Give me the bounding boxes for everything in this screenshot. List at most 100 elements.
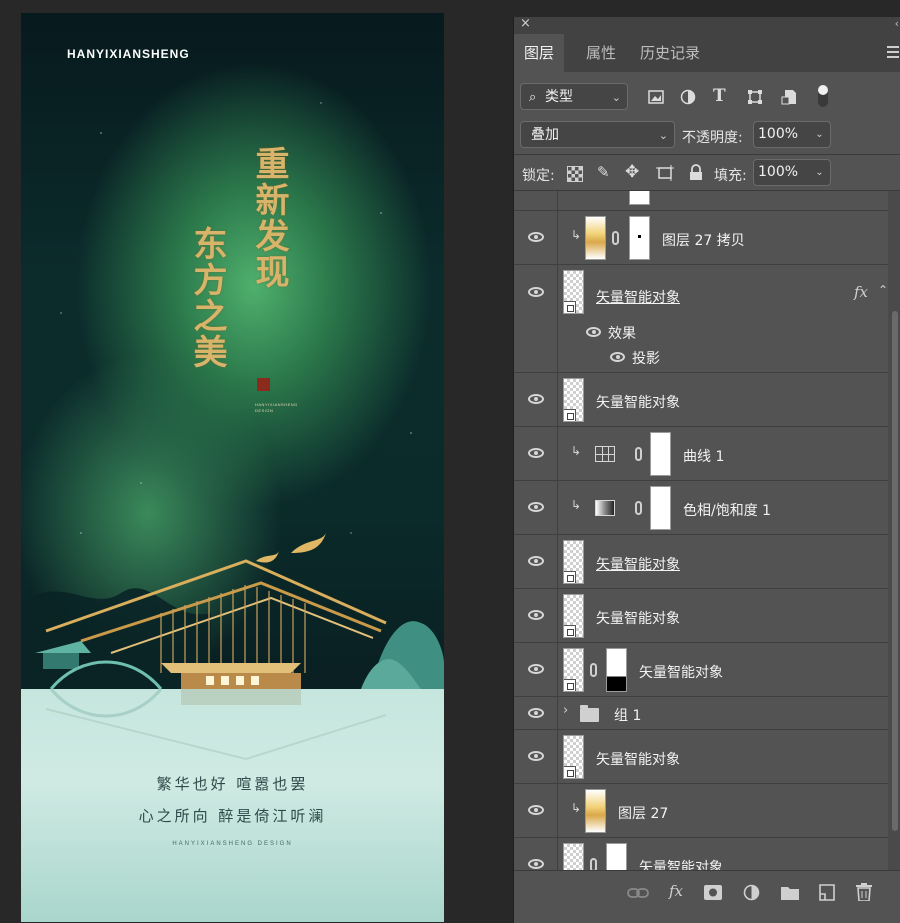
document-canvas[interactable]: HANYIXIANSHENG 重新发现 东方之美 HANYIXIANSHENG … [21, 13, 444, 922]
layer-mask-thumbnail[interactable] [629, 216, 650, 260]
visibility-eye-icon[interactable] [528, 859, 544, 869]
layer-thumbnail[interactable] [585, 216, 606, 260]
layer-list[interactable]: ↳ 图层 27 拷贝 矢量智能对象 fx ⌃ 效果 投影 矢量智能对象 ↳ 曲线… [514, 191, 888, 884]
tab-history[interactable]: 历史记录 [630, 34, 710, 72]
type-filter-icon[interactable]: T [713, 86, 726, 106]
layer-row[interactable]: ↳ 图层 27 [514, 784, 888, 838]
layer-name[interactable]: 矢量智能对象 [639, 662, 723, 682]
fill-field[interactable]: 100% [753, 159, 810, 186]
delete-icon[interactable] [856, 883, 872, 901]
add-mask-icon[interactable] [704, 885, 722, 900]
layer-mask-thumbnail[interactable] [650, 432, 671, 476]
new-layer-icon[interactable] [819, 884, 835, 901]
layer-row[interactable]: 矢量智能对象 [514, 535, 888, 589]
layers-bottom-toolbar: fx [514, 870, 900, 923]
layer-row[interactable]: 矢量智能对象 [514, 730, 888, 784]
blend-mode-value: 叠加 [531, 127, 559, 143]
smart-object-filter-icon[interactable] [781, 89, 797, 105]
chevron-right-icon[interactable]: › [563, 703, 568, 718]
lock-transparent-icon[interactable] [567, 166, 583, 182]
visibility-eye-icon[interactable] [528, 805, 544, 815]
fx-badge-icon[interactable]: fx [854, 283, 868, 301]
layer-name[interactable]: 矢量智能对象 [596, 392, 680, 412]
link-chain-icon[interactable] [635, 447, 642, 461]
close-icon[interactable]: × [520, 16, 531, 31]
collapse-chevron-icon[interactable]: ‹ [895, 17, 899, 30]
layer-thumbnail[interactable] [563, 540, 584, 584]
link-layers-icon[interactable] [627, 887, 649, 899]
layer-name[interactable]: 图层 27 [618, 803, 668, 823]
visibility-eye-icon[interactable] [586, 327, 601, 337]
layer-row[interactable]: 矢量智能对象 [514, 643, 888, 697]
poster-verse-1: 繁华也好 喧嚣也罢 [156, 775, 309, 793]
layer-name[interactable]: 矢量智能对象 [596, 554, 680, 574]
filter-toggle-icon[interactable] [818, 85, 828, 107]
hue-saturation-adjustment-icon[interactable] [595, 500, 615, 516]
effect-drop-shadow[interactable]: 投影 [632, 348, 660, 368]
layer-row-partial[interactable] [514, 191, 888, 211]
adjustment-filter-icon[interactable] [680, 89, 696, 105]
tab-layers[interactable]: 图层 [514, 34, 565, 72]
layer-thumbnail[interactable] [563, 378, 584, 422]
visibility-eye-icon[interactable] [610, 352, 625, 362]
visibility-eye-icon[interactable] [528, 708, 544, 718]
layer-thumbnail[interactable] [563, 270, 584, 314]
layer-row[interactable]: ↳ 图层 27 拷贝 [514, 211, 888, 265]
lock-pixels-icon[interactable]: ✎ [597, 163, 610, 181]
tab-properties[interactable]: 属性 [576, 34, 626, 72]
visibility-eye-icon[interactable] [528, 394, 544, 404]
visibility-eye-icon[interactable] [528, 287, 544, 297]
layer-name[interactable]: 矢量智能对象 [596, 608, 680, 628]
lock-label: 锁定: [522, 168, 555, 184]
panel-menu-icon[interactable] [887, 46, 899, 61]
shape-filter-icon[interactable] [747, 89, 763, 105]
link-chain-icon[interactable] [590, 663, 597, 677]
blend-mode-select[interactable]: 叠加 ⌄ [520, 121, 675, 148]
lock-artboard-icon[interactable] [656, 165, 674, 181]
layer-filter-select[interactable]: ⌕ 类型 ⌄ [520, 83, 628, 110]
opacity-dropdown-button[interactable]: ⌄ [809, 121, 831, 148]
layer-thumbnail[interactable] [563, 648, 584, 692]
layer-row[interactable]: 矢量智能对象 fx ⌃ 效果 投影 [514, 265, 888, 373]
layer-group-row[interactable]: › 组 1 [514, 697, 888, 730]
layer-name[interactable]: 矢量智能对象 [596, 287, 680, 307]
layer-mask-thumbnail[interactable] [629, 191, 650, 205]
fill-dropdown-button[interactable]: ⌄ [809, 159, 831, 186]
layer-name[interactable]: 组 1 [614, 705, 641, 725]
layer-row[interactable]: ↳ 曲线 1 [514, 427, 888, 481]
visibility-eye-icon[interactable] [528, 556, 544, 566]
layer-mask-thumbnail[interactable] [606, 648, 627, 692]
layer-row[interactable]: 矢量智能对象 [514, 373, 888, 427]
layer-thumbnail[interactable] [585, 789, 606, 833]
visibility-eye-icon[interactable] [528, 664, 544, 674]
lock-position-icon[interactable]: ✥ [625, 162, 639, 182]
fx-icon[interactable]: fx [669, 882, 683, 900]
visibility-eye-icon[interactable] [528, 232, 544, 242]
opacity-field[interactable]: 100% [753, 121, 810, 148]
layer-thumbnail[interactable] [563, 594, 584, 638]
poster-design-line: HANYIXIANSHENG DESIGN [172, 841, 293, 847]
image-filter-icon[interactable] [648, 90, 664, 104]
visibility-eye-icon[interactable] [528, 502, 544, 512]
chevron-up-icon[interactable]: ⌃ [878, 283, 888, 297]
layer-row[interactable]: ↳ 色相/饱和度 1 [514, 481, 888, 535]
layer-row[interactable]: 矢量智能对象 [514, 589, 888, 643]
layer-name[interactable]: 曲线 1 [683, 446, 724, 466]
link-chain-icon[interactable] [635, 501, 642, 515]
lock-all-icon[interactable] [689, 164, 703, 181]
link-chain-icon[interactable] [612, 231, 619, 245]
visibility-eye-icon[interactable] [528, 751, 544, 761]
adjustment-layer-icon[interactable] [743, 884, 760, 901]
layer-list-scrollbar[interactable] [888, 191, 900, 884]
layer-thumbnail[interactable] [563, 735, 584, 779]
layer-mask-thumbnail[interactable] [650, 486, 671, 530]
curves-adjustment-icon[interactable] [595, 446, 615, 462]
visibility-eye-icon[interactable] [528, 610, 544, 620]
visibility-eye-icon[interactable] [528, 448, 544, 458]
layer-name[interactable]: 图层 27 拷贝 [662, 230, 745, 250]
layer-name[interactable]: 矢量智能对象 [596, 749, 680, 769]
panel-header-bar: × ‹ [514, 16, 900, 34]
layer-name[interactable]: 色相/饱和度 1 [683, 500, 771, 520]
effects-label[interactable]: 效果 [608, 323, 636, 343]
new-group-icon[interactable] [781, 885, 799, 900]
